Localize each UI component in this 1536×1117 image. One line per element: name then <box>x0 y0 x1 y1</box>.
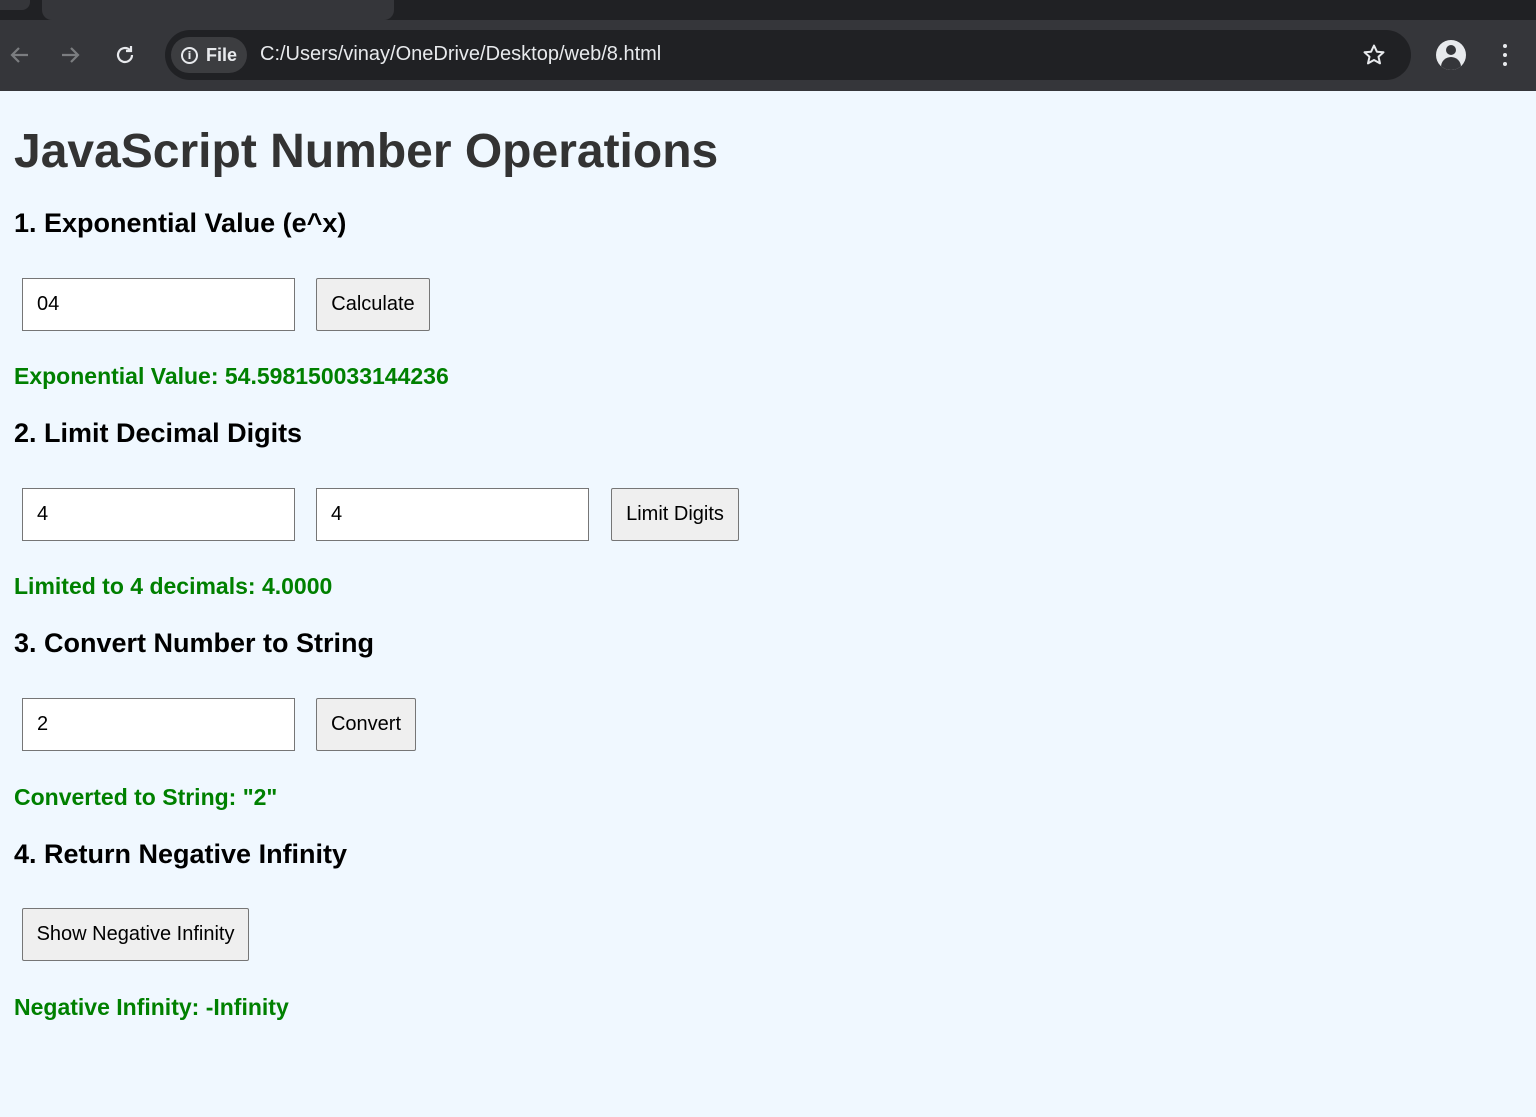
forward-button[interactable] <box>50 35 90 75</box>
reload-icon <box>116 46 134 64</box>
section-heading-negative-infinity: 4. Return Negative Infinity <box>14 839 348 869</box>
avatar-body <box>1441 57 1461 70</box>
site-info-chip[interactable]: i File <box>171 37 247 73</box>
section-heading-convert-string: 3. Convert Number to String <box>14 628 375 658</box>
menu-dot <box>1503 62 1507 66</box>
address-bar[interactable]: i File C:/Users/vinay/OneDrive/Desktop/w… <box>165 30 1411 80</box>
url-text[interactable]: C:/Users/vinay/OneDrive/Desktop/web/8.ht… <box>260 43 661 66</box>
back-button[interactable] <box>0 35 40 75</box>
section-heading-exponential: 1. Exponential Value (e^x) <box>14 208 347 238</box>
limit-digits-result: Limited to 4 decimals: 4.0000 <box>14 573 333 599</box>
info-icon: i <box>181 46 198 64</box>
tab-strip <box>0 0 1536 20</box>
arrow-left-icon <box>10 47 28 63</box>
star-icon <box>1363 44 1385 65</box>
show-negative-infinity-button[interactable]: Show Negative Infinity <box>22 908 249 961</box>
negative-infinity-result: Negative Infinity: -Infinity <box>14 994 289 1020</box>
menu-dot <box>1503 53 1507 57</box>
convert-number-input[interactable]: 2 <box>22 698 295 751</box>
browser-toolbar: i File C:/Users/vinay/OneDrive/Desktop/w… <box>0 20 1536 91</box>
page-title: JavaScript Number Operations <box>14 125 719 178</box>
avatar-head <box>1446 45 1456 55</box>
exponential-result: Exponential Value: 54.598150033144236 <box>14 363 449 389</box>
limit-digits-button[interactable]: Limit Digits <box>611 488 739 541</box>
site-chip-label: File <box>206 44 238 65</box>
number-input[interactable]: 4 <box>22 488 295 541</box>
browser-menu-button[interactable] <box>1493 40 1517 70</box>
decimal-places-input[interactable]: 4 <box>316 488 589 541</box>
reload-button[interactable] <box>105 35 145 75</box>
previous-tab[interactable] <box>0 0 30 10</box>
menu-dot <box>1503 44 1507 48</box>
profile-avatar-button[interactable] <box>1436 40 1466 70</box>
active-tab[interactable] <box>42 0 394 20</box>
calculate-button[interactable]: Calculate <box>316 278 430 331</box>
section-heading-limit-decimals: 2. Limit Decimal Digits <box>14 418 303 448</box>
exponent-input[interactable]: 04 <box>22 278 295 331</box>
convert-result: Converted to String: "2" <box>14 784 278 810</box>
arrow-right-icon <box>62 47 80 63</box>
bookmark-button[interactable] <box>1359 40 1389 70</box>
convert-button[interactable]: Convert <box>316 698 416 751</box>
